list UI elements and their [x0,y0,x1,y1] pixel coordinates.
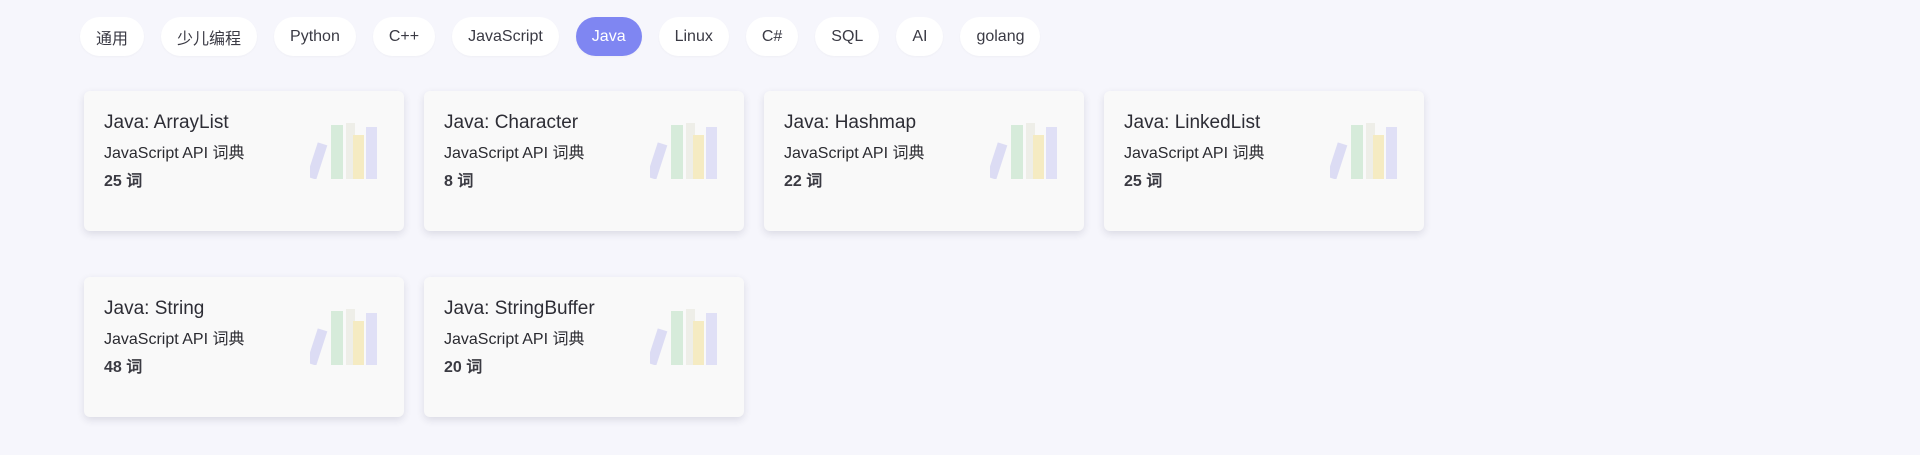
dictionary-card[interactable]: Java: ArrayList JavaScript API 词典 25 词 [84,91,404,231]
tab-javascript[interactable]: JavaScript [452,17,559,56]
tab-csharp[interactable]: C# [745,17,799,56]
tab-cpp[interactable]: C++ [372,17,436,56]
tab-golang[interactable]: golang [960,17,1041,56]
dictionary-card[interactable]: Java: LinkedList JavaScript API 词典 25 词 [1104,91,1424,231]
books-icon [650,123,717,179]
category-tabs: 通用 少儿编程 Python C++ JavaScript Java Linux… [80,17,1041,56]
books-icon [650,309,717,365]
dictionary-card[interactable]: Java: String JavaScript API 词典 48 词 [84,277,404,417]
tab-java[interactable]: Java [575,17,642,56]
books-icon [310,123,377,179]
tab-ai[interactable]: AI [896,17,944,56]
tab-tongyong[interactable]: 通用 [80,17,145,56]
dictionary-card[interactable]: Java: Hashmap JavaScript API 词典 22 词 [764,91,1084,231]
tab-kids-programming[interactable]: 少儿编程 [161,17,258,56]
tab-python[interactable]: Python [274,17,356,56]
books-icon [990,123,1057,179]
books-icon [1330,123,1397,179]
tab-linux[interactable]: Linux [658,17,729,56]
tab-sql[interactable]: SQL [815,17,880,56]
dictionary-card[interactable]: Java: StringBuffer JavaScript API 词典 20 … [424,277,744,417]
dictionary-card[interactable]: Java: Character JavaScript API 词典 8 词 [424,91,744,231]
books-icon [310,309,377,365]
dictionary-card-grid: Java: ArrayList JavaScript API 词典 25 词 J… [84,91,1424,417]
